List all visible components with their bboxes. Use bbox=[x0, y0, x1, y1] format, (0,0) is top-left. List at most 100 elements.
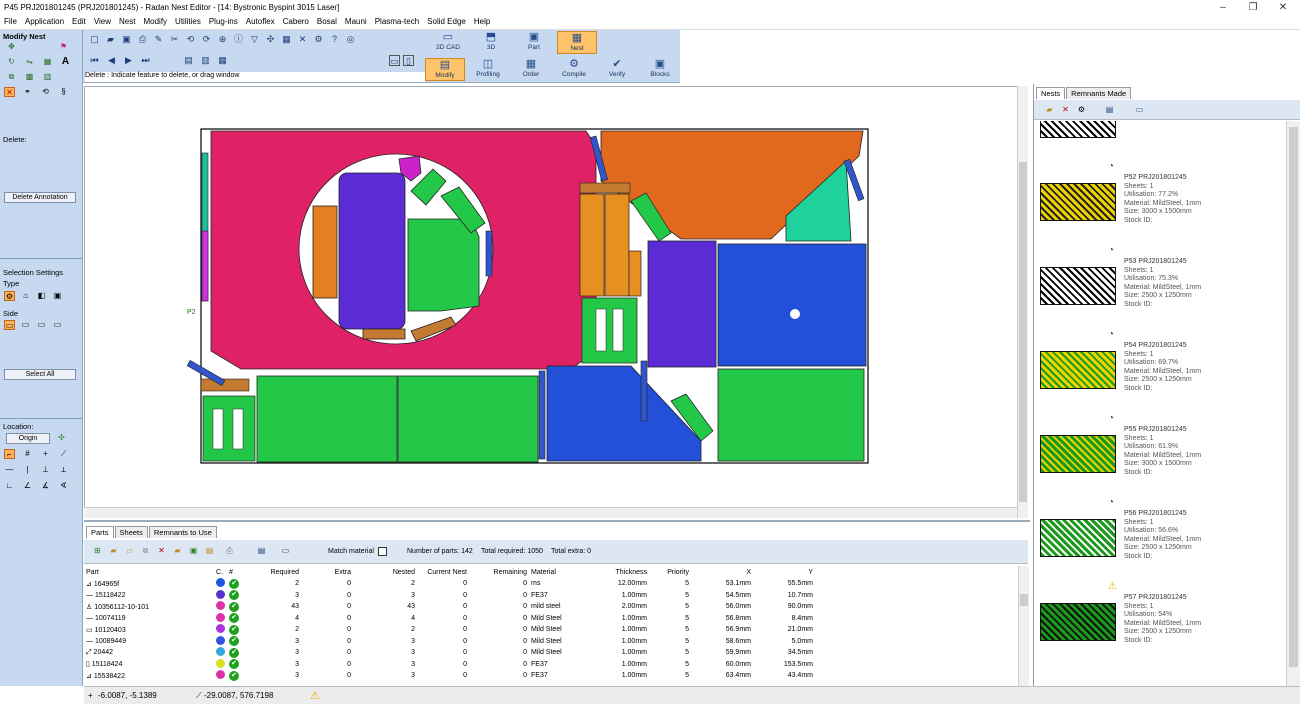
mode-compile-button[interactable]: ⚙ Compile bbox=[554, 58, 594, 81]
view-toggle-icon-1[interactable]: ▥ bbox=[200, 55, 211, 66]
import-icon[interactable]: ▰ bbox=[108, 546, 119, 556]
nest-thumbnail[interactable] bbox=[1040, 267, 1116, 305]
import2-icon[interactable]: ▱ bbox=[124, 546, 135, 556]
menu-edit[interactable]: Edit bbox=[68, 16, 90, 27]
table-row[interactable]: — 10089449 ✔ 3 0 3 0 0 Mild Steel 1.00mm 5 58.6mm 5… bbox=[84, 635, 815, 648]
delete-annotation-button[interactable]: Delete Annotation bbox=[4, 192, 76, 203]
menu-autoflex[interactable]: Autoflex bbox=[242, 16, 279, 27]
toolbar-icon-2[interactable]: ▣ bbox=[121, 34, 132, 45]
column-header[interactable]: Y bbox=[753, 566, 815, 578]
toolbar-icon-10[interactable]: ▽ bbox=[249, 34, 260, 45]
side-three-icon[interactable]: ▭ bbox=[36, 320, 47, 330]
move-icon[interactable]: ✥ bbox=[6, 42, 17, 52]
nest-item[interactable]: ◔ P56 PRJ201801245 Sheets: 1 Utilisation: 5… bbox=[1040, 497, 1286, 599]
mode-modify-button[interactable]: ▤ Modify bbox=[425, 58, 465, 81]
mode-profiling-button[interactable]: ◫ Profiling bbox=[468, 58, 508, 81]
nest-thumbnail[interactable] bbox=[1040, 351, 1116, 389]
tab-remnants-made[interactable]: Remnants Made bbox=[1066, 87, 1132, 99]
table-row[interactable]: ⊿ 15538422 ✔ 3 0 3 0 0 FE37 1.00mm 5 63.4mm 43.4mm bbox=[84, 670, 815, 682]
vertical-icon[interactable]: | bbox=[22, 465, 33, 475]
toolbar-icon-16[interactable]: ◎ bbox=[345, 34, 356, 45]
menu-mauni[interactable]: Mauni bbox=[341, 16, 371, 27]
toolbar-icon-4[interactable]: ✎ bbox=[153, 34, 164, 45]
section-icon[interactable]: § bbox=[58, 87, 69, 97]
copy-icon[interactable]: ⧉ bbox=[6, 72, 17, 82]
mode-order-button[interactable]: ▦ Order bbox=[511, 58, 551, 81]
remove-icon[interactable]: ✕ bbox=[1060, 105, 1071, 115]
nest-item[interactable]: ◔ P52 PRJ201801245 Sheets: 1 Utilisation: 7… bbox=[1040, 161, 1286, 263]
view-toggle-icon-2[interactable]: ▦ bbox=[217, 55, 228, 66]
text-icon[interactable]: A bbox=[60, 57, 71, 67]
menu-plug-ins[interactable]: Plug-ins bbox=[205, 16, 242, 27]
menu-cabero[interactable]: Cabero bbox=[279, 16, 313, 27]
type-feature-icon[interactable]: ◧ bbox=[36, 291, 47, 301]
rotate-icon[interactable]: ↻ bbox=[6, 57, 17, 67]
menu-application[interactable]: Application bbox=[21, 16, 68, 27]
grid-icon[interactable]: ▩ bbox=[24, 72, 35, 82]
column-header[interactable]: Current Nest bbox=[417, 566, 469, 578]
panel-view-icon[interactable]: ▭ bbox=[280, 546, 291, 556]
snap-icon[interactable]: ✣ bbox=[56, 433, 67, 443]
mode-nest-button[interactable]: ▦ Nest bbox=[557, 31, 597, 54]
mode-verify-button[interactable]: ✔ Verify bbox=[597, 58, 637, 81]
menu-modify[interactable]: Modify bbox=[139, 16, 171, 27]
toolbar-icon-13[interactable]: ✕ bbox=[297, 34, 308, 45]
layout-toggle-icon-0[interactable]: ▭ bbox=[389, 55, 400, 66]
copy-part-icon[interactable]: ⧉ bbox=[140, 546, 151, 556]
tangent-icon[interactable]: ⟂ bbox=[58, 465, 69, 475]
table-row[interactable]: ▯ 15118424 ✔ 3 0 3 0 0 FE37 1.00mm 5 60.0mm 153.5mm bbox=[84, 658, 815, 671]
horizontal-icon[interactable]: — bbox=[4, 465, 15, 475]
nest-drawing[interactable] bbox=[85, 87, 1029, 519]
menu-view[interactable]: View bbox=[90, 16, 115, 27]
nav-icon-3[interactable]: ⏭ bbox=[140, 55, 151, 66]
minimize-button[interactable]: – bbox=[1210, 1, 1236, 15]
canvas-horizontal-scrollbar[interactable] bbox=[84, 507, 1017, 518]
angle4-icon[interactable]: ∢ bbox=[58, 481, 69, 491]
maximize-button[interactable]: ❐ bbox=[1240, 1, 1266, 15]
side-one-icon[interactable]: ▭ bbox=[4, 320, 15, 330]
column-header[interactable]: Thickness bbox=[591, 566, 649, 578]
column-header[interactable]: C. bbox=[214, 566, 227, 578]
menu-help[interactable]: Help bbox=[470, 16, 494, 27]
nests-scrollbar[interactable] bbox=[1286, 121, 1300, 688]
nest-thumbnail[interactable] bbox=[1040, 121, 1116, 138]
view-toggle-icon-0[interactable]: ▤ bbox=[183, 55, 194, 66]
nest-item[interactable]: ◔ P54 PRJ201801245 Sheets: 1 Utilisation: 6… bbox=[1040, 329, 1286, 431]
delete-icon[interactable]: ✕ bbox=[4, 87, 15, 97]
nest-thumbnail[interactable] bbox=[1040, 519, 1116, 557]
flag-icon[interactable]: ⚑ bbox=[58, 42, 69, 52]
folder-icon[interactable]: ▰ bbox=[172, 546, 183, 556]
side-four-icon[interactable]: ▭ bbox=[52, 320, 63, 330]
layout-icon[interactable]: ▭ bbox=[1134, 105, 1145, 115]
nest-thumbnail[interactable] bbox=[1040, 603, 1116, 641]
toolbar-icon-12[interactable]: ▦ bbox=[281, 34, 292, 45]
mirror-icon[interactable]: ⇋ bbox=[24, 57, 35, 67]
delete-part-icon[interactable]: ✕ bbox=[156, 546, 167, 556]
toolbar-icon-0[interactable]: ▢ bbox=[89, 34, 100, 45]
hash-icon[interactable]: # bbox=[22, 449, 33, 459]
toolbar-icon-9[interactable]: ⓘ bbox=[233, 34, 244, 45]
menu-file[interactable]: File bbox=[0, 16, 21, 27]
table-row[interactable]: ⊿ 164965f ✔ 2 0 2 0 0 ms 12.00mm 5 53.1mm 55.5mm bbox=[84, 578, 815, 590]
nest-item[interactable]: ◔ P53 PRJ201801245 Sheets: 1 Utilisation: 7… bbox=[1040, 245, 1286, 347]
tab-nests[interactable]: Nests bbox=[1036, 87, 1066, 99]
column-header[interactable]: X bbox=[691, 566, 753, 578]
type-part-icon[interactable]: ⚙ bbox=[4, 291, 15, 301]
mode-part-button[interactable]: ▣ Part bbox=[514, 31, 554, 54]
toolbar-icon-8[interactable]: ⊕ bbox=[217, 34, 228, 45]
column-header[interactable]: Nested bbox=[353, 566, 417, 578]
table-row[interactable]: ▭ 10120403 ✔ 2 0 2 0 0 Mild Steel 1.00mm 5 56.9mm 2… bbox=[84, 624, 815, 636]
angle-icon[interactable]: ∟ bbox=[4, 481, 15, 491]
angle3-icon[interactable]: ∡ bbox=[40, 481, 51, 491]
canvas-vertical-scrollbar[interactable] bbox=[1017, 86, 1028, 518]
corner-icon[interactable]: ⌐ bbox=[4, 449, 15, 459]
tab-remnants-to-use[interactable]: Remnants to Use bbox=[148, 526, 217, 538]
nest-canvas[interactable]: P2 bbox=[84, 86, 1028, 518]
menu-solid-edge[interactable]: Solid Edge bbox=[423, 16, 470, 27]
menu-utilities[interactable]: Utilities bbox=[171, 16, 205, 27]
toolbar-icon-5[interactable]: ✂ bbox=[169, 34, 180, 45]
view-icon[interactable]: ▤ bbox=[1104, 105, 1115, 115]
column-header[interactable]: Priority bbox=[649, 566, 691, 578]
plus-icon[interactable]: + bbox=[40, 449, 51, 459]
layout-toggle-icon-1[interactable]: ▯ bbox=[403, 55, 414, 66]
